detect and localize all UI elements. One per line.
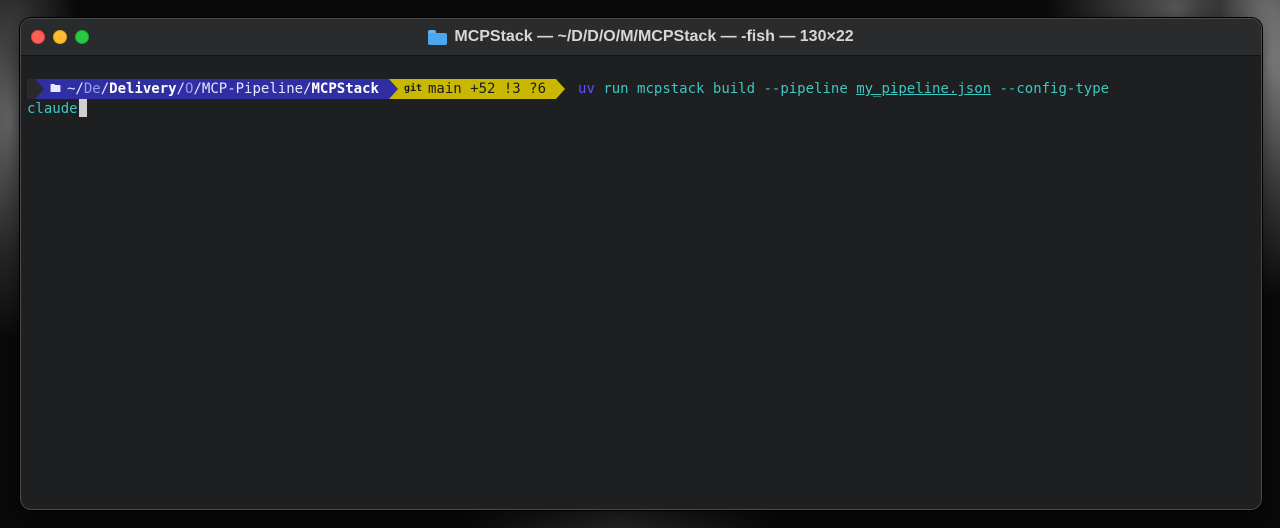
command-wrapped-line[interactable]: claude	[27, 99, 1255, 119]
prompt-line: 🖿 ~/De / Delivery / O / MCP-Pipeline / MCPStack g…	[27, 79, 1255, 99]
window-title-text: MCPStack — ~/D/D/O/M/MCPStack — -fish — …	[454, 28, 854, 45]
folder-icon	[428, 29, 448, 45]
segment-separator	[556, 79, 566, 99]
segment-separator	[35, 79, 44, 99]
terminal-content[interactable]: 🖿 ~/De / Delivery / O / MCP-Pipeline / MCPStack g…	[21, 56, 1261, 509]
prompt-path-segment: 🖿 ~/De / Delivery / O / MCP-Pipeline / MCPStack	[44, 79, 389, 99]
git-status: main +52 !3 ?6	[428, 81, 547, 97]
apple-icon	[27, 79, 35, 99]
text-cursor	[78, 99, 87, 117]
prompt-git-segment: git main +52 !3 ?6	[397, 79, 557, 99]
command-program: uv	[578, 81, 595, 97]
title-bar[interactable]: MCPStack — ~/D/D/O/M/MCPStack — -fish — …	[21, 19, 1261, 56]
git-icon: git	[403, 83, 422, 94]
command-input[interactable]: uv run mcpstack build --pipeline my_pipe…	[578, 79, 1109, 99]
command-args-tail: --config-type	[999, 81, 1110, 97]
window-title: MCPStack — ~/D/D/O/M/MCPStack — -fish — …	[21, 19, 1261, 55]
command-file-arg: my_pipeline.json	[856, 81, 992, 97]
command-args: run mcpstack build --pipeline	[603, 81, 848, 97]
segment-separator	[388, 79, 398, 99]
command-wrapped-text: claude	[27, 101, 78, 117]
directory-icon: 🖿	[50, 82, 61, 95]
terminal-window[interactable]: MCPStack — ~/D/D/O/M/MCPStack — -fish — …	[20, 18, 1262, 510]
